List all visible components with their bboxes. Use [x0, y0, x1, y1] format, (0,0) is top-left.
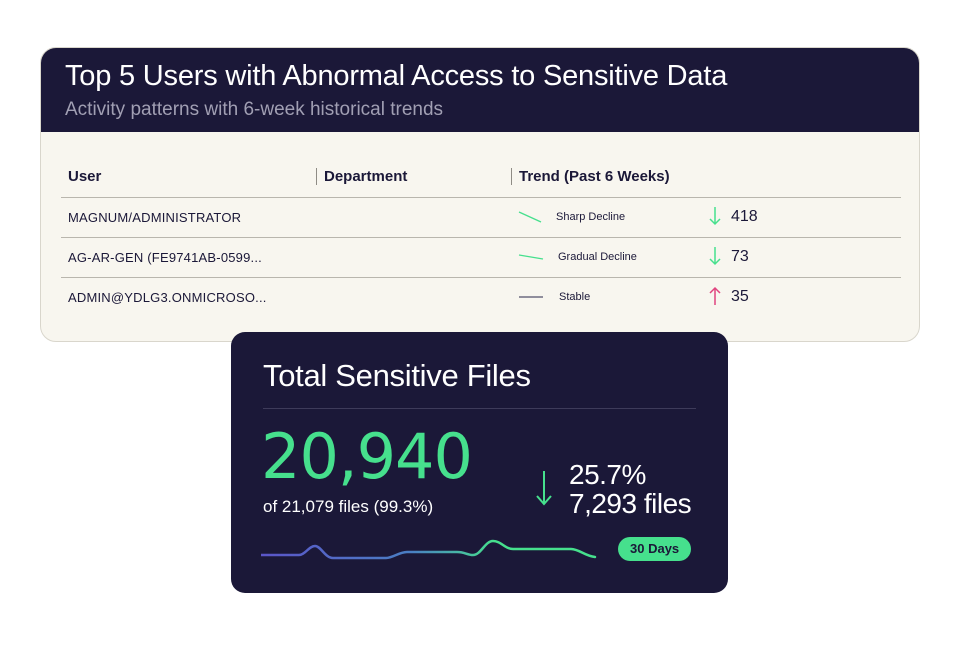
card-title: Top 5 Users with Abnormal Access to Sens…: [65, 60, 728, 92]
card-title: Total Sensitive Files: [263, 358, 531, 393]
divider: [263, 408, 696, 409]
total-sensitive-files-card: Total Sensitive Files 20,940 of 21,079 f…: [231, 332, 728, 593]
trend-sparkline-icon: [518, 254, 544, 260]
trend-label: Gradual Decline: [558, 251, 637, 263]
total-files-value: 20,940: [261, 420, 473, 493]
trend-sparkline-icon: [519, 296, 543, 298]
access-count: 35: [731, 288, 749, 305]
table-row[interactable]: ADMIN@YDLG3.ONMICROSO... Stable 35: [61, 278, 901, 317]
column-header-trend[interactable]: Trend (Past 6 Weeks): [519, 168, 670, 185]
abnormal-access-card: Top 5 Users with Abnormal Access to Sens…: [40, 47, 920, 342]
user-name: AG-AR-GEN (FE9741AB-0599...: [68, 250, 262, 265]
arrow-down-icon: [709, 207, 721, 226]
table-row[interactable]: MAGNUM/ADMINISTRATOR Sharp Decline 418: [61, 198, 901, 238]
column-header-user[interactable]: User: [68, 168, 101, 185]
column-divider: [316, 168, 317, 185]
column-header-department[interactable]: Department: [324, 168, 407, 185]
table-row[interactable]: AG-AR-GEN (FE9741AB-0599... Gradual Decl…: [61, 238, 901, 278]
change-percent: 25.7%: [569, 459, 646, 490]
arrow-up-icon: [709, 286, 721, 305]
table-header: User Department Trend (Past 6 Weeks): [61, 156, 901, 198]
files-trend-sparkline: [261, 539, 597, 560]
user-name: MAGNUM/ADMINISTRATOR: [68, 210, 242, 225]
trend-label: Sharp Decline: [556, 211, 626, 223]
arrow-down-icon: [709, 247, 721, 266]
card-header: Top 5 Users with Abnormal Access to Sens…: [41, 48, 919, 132]
column-divider: [511, 168, 512, 185]
time-range-badge[interactable]: 30 Days: [618, 537, 692, 561]
users-table: User Department Trend (Past 6 Weeks) MAG…: [61, 156, 901, 317]
trend-sparkline-icon: [518, 211, 542, 223]
total-files-subtext: of 21,079 files (99.3%): [263, 497, 434, 516]
user-name: ADMIN@YDLG3.ONMICROSO...: [68, 290, 267, 305]
change-files: 7,293 files: [569, 488, 692, 519]
card-subtitle: Activity patterns with 6-week historical…: [65, 99, 444, 120]
access-count: 418: [731, 208, 758, 225]
trend-label: Stable: [559, 291, 591, 303]
arrow-down-icon: [536, 471, 552, 506]
access-count: 73: [731, 248, 749, 265]
